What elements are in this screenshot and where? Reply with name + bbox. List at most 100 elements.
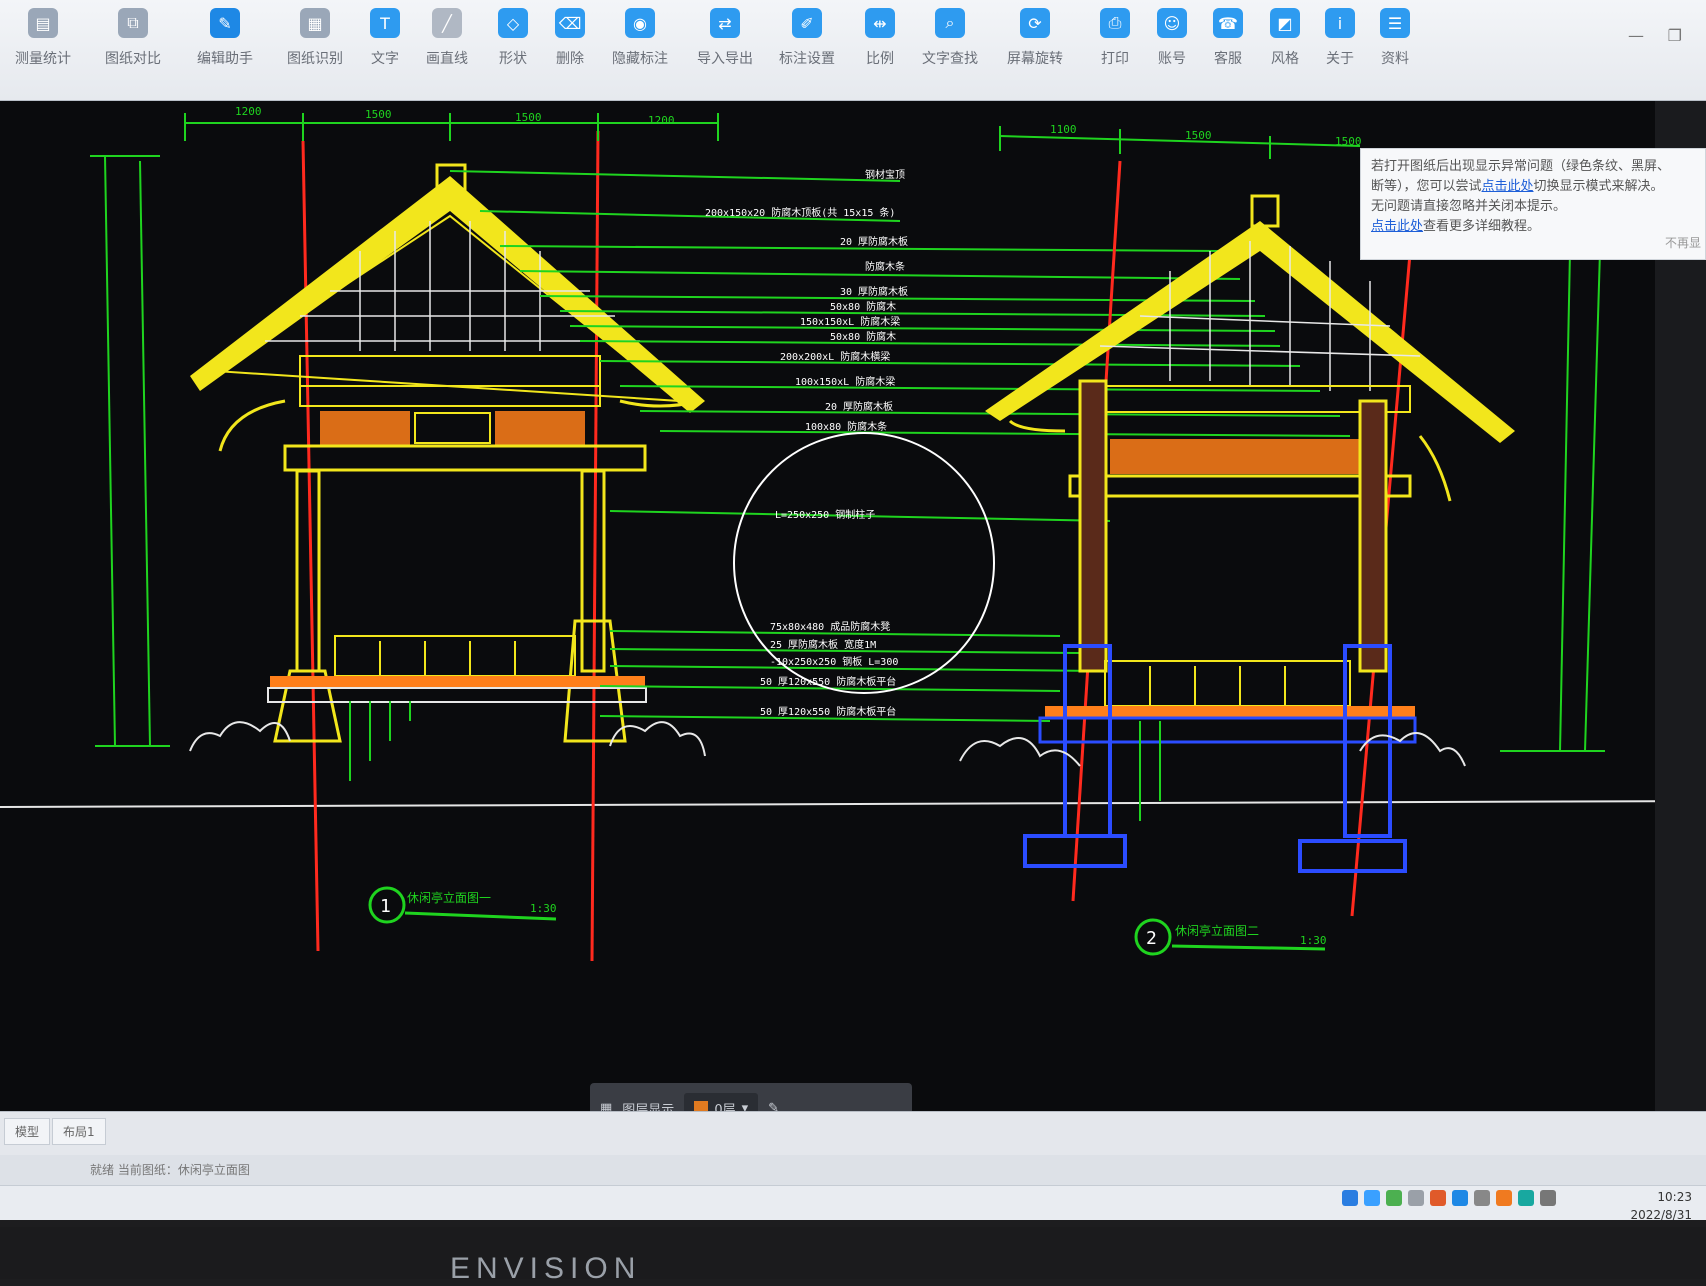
hatch-panel: [1110, 439, 1380, 474]
callout-label: 20 厚防腐木板: [840, 235, 908, 248]
tool-docs[interactable]: ☰ 资料: [1360, 8, 1430, 96]
tool-label: 文字: [371, 51, 399, 67]
tool-label: 比例: [866, 51, 894, 67]
text-icon: T: [370, 8, 400, 38]
tool-recognize[interactable]: ▦ 图纸识别: [280, 8, 350, 96]
tool-import-export[interactable]: ⇄ 导入导出: [690, 8, 760, 96]
tool-label: 画直线: [426, 51, 468, 67]
tool-label: 测量统计: [15, 51, 71, 67]
switch-mode-link[interactable]: 点击此处: [1482, 179, 1534, 194]
account-icon: ☺: [1157, 8, 1187, 38]
tool-rotate[interactable]: ⟳ 屏幕旋转: [1000, 8, 1070, 96]
display-notice-popup: 若打开图纸后出现显示异常问题（绿色条纹、黑屏、 断等），您可以尝试点击此处切换显…: [1360, 148, 1706, 260]
monitor-bezel: [0, 1227, 1706, 1279]
speaker-icon[interactable]: [1474, 1190, 1490, 1206]
info-icon: i: [1325, 8, 1355, 38]
tab-model[interactable]: 模型: [4, 1118, 51, 1145]
callout-label: 150x150xL 防腐木梁: [800, 315, 900, 328]
notice-text: 断等），您可以尝试: [1371, 179, 1482, 194]
callout-label: 50 厚120x550 防腐木板平台: [760, 705, 896, 718]
callout-label: 75x80x480 成品防腐木凳: [770, 620, 890, 633]
tool-label: 关于: [1326, 51, 1354, 67]
tool-label: 删除: [556, 51, 584, 67]
hatch-panel: [320, 411, 410, 447]
tutorial-link[interactable]: 点击此处: [1371, 219, 1423, 234]
tool-text-search[interactable]: ⌕ 文字查找: [915, 8, 985, 96]
drawing-title: 休闲亭立面图二: [1175, 923, 1259, 938]
tool-label: 账号: [1158, 51, 1186, 67]
print-icon: ⎙: [1100, 8, 1130, 38]
dim-text: 1500: [515, 111, 542, 124]
tool-label: 形状: [499, 51, 527, 67]
tray-app-icon[interactable]: [1430, 1190, 1446, 1206]
system-tray: [1342, 1190, 1556, 1206]
docs-icon: ☰: [1380, 8, 1410, 38]
tool-compare[interactable]: ⧉ 图纸对比: [98, 8, 168, 96]
tool-scale[interactable]: ⇹ 比例: [845, 8, 915, 96]
edit-assistant-icon: ✎: [210, 8, 240, 38]
callout-label: 200x150x20 防腐木顶板(共 15x15 条): [705, 206, 895, 219]
tool-label: 标注设置: [779, 51, 835, 67]
callout-label: 50x80 防腐木: [830, 330, 896, 343]
tray-app-icon[interactable]: [1452, 1190, 1468, 1206]
tray-app-icon[interactable]: [1496, 1190, 1512, 1206]
callout-label: 20 厚防腐木板: [825, 400, 893, 413]
tool-label: 打印: [1101, 51, 1129, 67]
hatch-panel: [495, 411, 585, 447]
compare-icon: ⧉: [118, 8, 148, 38]
monitor-brand: ENVISION: [450, 1252, 642, 1285]
tool-annotation-settings[interactable]: ✐ 标注设置: [772, 8, 842, 96]
dim-text: 1100: [1050, 123, 1077, 136]
dim-text: 1500: [365, 108, 392, 121]
callout-labels: 钢材宝顶200x150x20 防腐木顶板(共 15x15 条)20 厚防腐木板防…: [705, 168, 908, 718]
network-icon[interactable]: [1540, 1190, 1556, 1206]
tool-label: 导入导出: [697, 51, 753, 67]
tool-eraser[interactable]: ⌫ 删除: [535, 8, 605, 96]
callout-label: 200x200xL 防腐木横梁: [780, 350, 890, 363]
tool-eye-hide[interactable]: ◉ 隐藏标注: [605, 8, 675, 96]
taskbar-clock[interactable]: 10:23 2022/8/31: [1630, 1188, 1692, 1220]
tab-layout1[interactable]: 布局1: [52, 1118, 106, 1145]
drawing-number: 2: [1146, 928, 1157, 949]
deck-hatch: [1045, 706, 1415, 718]
callout-label: 100x150xL 防腐木梁: [795, 375, 895, 388]
column: [1078, 379, 1108, 673]
minimize-icon[interactable]: —: [1628, 26, 1644, 45]
axis-line: [590, 130, 600, 962]
maximize-icon[interactable]: ❐: [1668, 26, 1682, 45]
callout-label: 25 厚防腐木板 宽度1M: [770, 638, 876, 651]
tray-app-icon[interactable]: [1342, 1190, 1358, 1206]
tool-label: 屏幕旋转: [1007, 51, 1063, 67]
callout-label: 钢材宝顶: [865, 168, 905, 181]
tool-text[interactable]: T 文字: [350, 8, 420, 96]
tool-measure-stats[interactable]: ▤ 测量统计: [8, 8, 78, 96]
tray-app-icon[interactable]: [1386, 1190, 1402, 1206]
tray-app-icon[interactable]: [1518, 1190, 1534, 1206]
notice-line: 无问题请直接忽略并关闭本提示。: [1371, 199, 1567, 214]
column: [295, 469, 321, 673]
drawing-scale: 1:30: [1300, 934, 1327, 947]
notice-text: 切换显示模式来解决。: [1533, 179, 1664, 194]
callout-label: 防腐木条: [865, 260, 905, 273]
text-search-icon: ⌕: [935, 8, 965, 38]
measure-stats-icon: ▤: [28, 8, 58, 38]
dont-show-again-link[interactable]: 不再显: [1665, 233, 1701, 253]
tool-edit-assistant[interactable]: ✎ 编辑助手: [190, 8, 260, 96]
drawing-number: 1: [380, 896, 391, 917]
tool-line[interactable]: ╱ 画直线: [412, 8, 482, 96]
line-icon: ╱: [432, 8, 462, 38]
callout-label: 50x80 防腐木: [830, 300, 896, 313]
taskbar: 10:23 2022/8/31: [0, 1185, 1706, 1220]
roof-finial: [1250, 194, 1280, 228]
headset-icon: ☎: [1213, 8, 1243, 38]
tray-app-icon[interactable]: [1364, 1190, 1380, 1206]
elevation-1: 1200 1500 1500 1200 1 休闲亭立面图一 1:30: [90, 105, 719, 962]
tray-app-icon[interactable]: [1408, 1190, 1424, 1206]
dim-text: 1200: [235, 105, 262, 118]
sheet-tabs: 模型 布局1: [0, 1111, 1706, 1156]
import-export-icon: ⇄: [710, 8, 740, 38]
recognize-icon: ▦: [300, 8, 330, 38]
detail-circle: [733, 432, 995, 694]
callout-label: 30 厚防腐木板: [840, 285, 908, 298]
callout-label: -10x250x250 钢板 L=300: [770, 655, 898, 668]
